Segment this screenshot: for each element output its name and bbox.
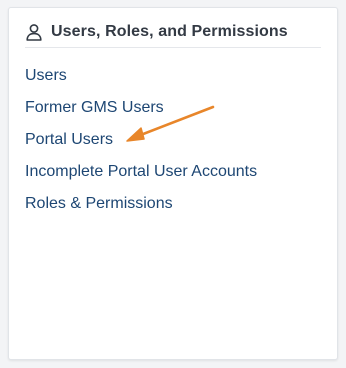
list-item: Portal Users — [25, 129, 257, 161]
list-item: Incomplete Portal User Accounts — [25, 161, 257, 193]
link-portal-users[interactable]: Portal Users — [25, 131, 113, 148]
list-item: Former GMS Users — [25, 97, 257, 129]
panel-title: Users, Roles, and Permissions — [51, 23, 288, 40]
link-roles-permissions[interactable]: Roles & Permissions — [25, 195, 173, 212]
user-icon — [25, 23, 43, 41]
link-former-gms-users[interactable]: Former GMS Users — [25, 99, 164, 116]
users-roles-permissions-panel: Users, Roles, and Permissions Users Form… — [8, 7, 338, 360]
link-list: Users Former GMS Users Portal Users Inco… — [25, 65, 257, 225]
list-item: Users — [25, 65, 257, 97]
list-item: Roles & Permissions — [25, 193, 257, 225]
link-incomplete-portal-user-accounts[interactable]: Incomplete Portal User Accounts — [25, 163, 257, 180]
panel-header: Users, Roles, and Permissions — [25, 17, 321, 48]
link-users[interactable]: Users — [25, 67, 67, 84]
